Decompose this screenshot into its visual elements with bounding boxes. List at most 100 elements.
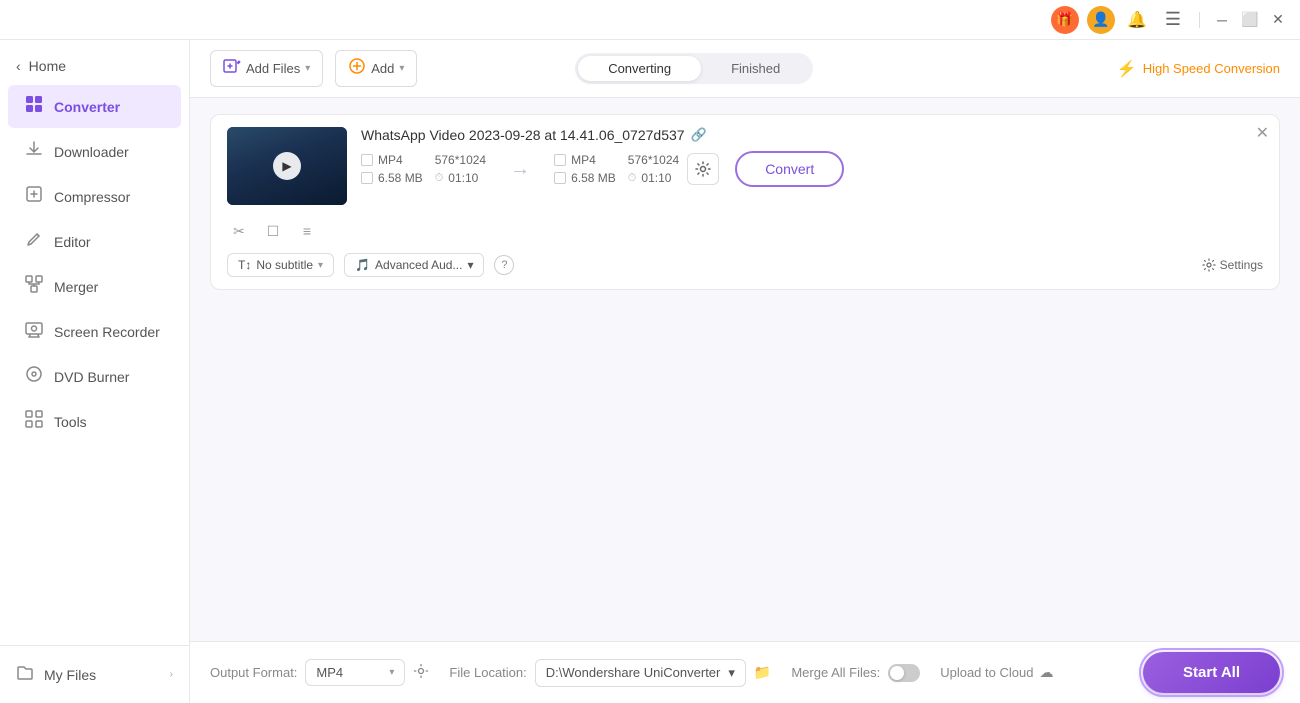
output-size: 6.58 MB	[554, 171, 616, 185]
screen-recorder-label: Screen Recorder	[54, 324, 160, 340]
downloader-icon	[24, 140, 44, 163]
crop-button[interactable]: ☐	[261, 219, 285, 243]
output-format-select[interactable]: MP4 ▾	[305, 659, 405, 686]
output-format-field: Output Format: MP4 ▾	[210, 659, 429, 686]
more-button[interactable]: ≡	[295, 219, 319, 243]
file-tools: ✂ ☐ ≡	[227, 219, 347, 243]
tab-converting[interactable]: Converting	[578, 56, 701, 81]
audio-dropdown-icon: ▾	[467, 258, 473, 272]
output-duration: ⏱ 01:10	[628, 171, 679, 185]
lightning-icon: ⚡	[1117, 59, 1137, 79]
play-button[interactable]: ▶	[273, 152, 301, 180]
file-name: WhatsApp Video 2023-09-28 at 14.41.06_07…	[361, 127, 1263, 143]
upload-section[interactable]: Upload to Cloud ☁	[940, 664, 1053, 681]
tab-switcher: Converting Finished	[575, 53, 813, 84]
compressor-label: Compressor	[54, 189, 130, 205]
size-checkbox	[361, 172, 373, 184]
titlebar: 🎁 👤 🔔 ☰ ─ ⬜ ✕	[0, 0, 1300, 40]
maximize-button[interactable]: ⬜	[1240, 10, 1260, 30]
tools-icon	[24, 410, 44, 433]
settings-button[interactable]: Settings	[1202, 258, 1263, 272]
format-dropdown-icon: ▾	[389, 667, 394, 678]
file-meta-row: MP4 6.58 MB 576*1024	[361, 151, 1263, 187]
convert-arrow-icon: →	[486, 158, 554, 181]
sidebar-item-tools[interactable]: Tools	[8, 400, 181, 443]
menu-icon[interactable]: ☰	[1159, 6, 1187, 34]
converter-label: Converter	[54, 99, 120, 115]
file-location-label: File Location:	[449, 665, 526, 680]
subtitle-dropdown-icon: ▾	[318, 260, 323, 271]
sidebar-item-downloader[interactable]: Downloader	[8, 130, 181, 173]
gift-icon[interactable]: 🎁	[1051, 6, 1079, 34]
sidebar-item-converter[interactable]: Converter	[8, 85, 181, 128]
toggle-thumb	[890, 666, 904, 680]
source-size: 6.58 MB	[361, 171, 423, 185]
add-dropdown-icon: ▾	[399, 63, 404, 74]
bottom-bar: Output Format: MP4 ▾ File Location: D:\W…	[190, 641, 1300, 703]
sidebar-item-my-files[interactable]: My Files ›	[0, 654, 189, 695]
chevron-left-icon: ‹	[16, 58, 21, 74]
merger-label: Merger	[54, 279, 98, 295]
sidebar-item-home[interactable]: ‹ Home	[0, 48, 189, 84]
sidebar-item-editor[interactable]: Editor	[8, 220, 181, 263]
sidebar-item-compressor[interactable]: Compressor	[8, 175, 181, 218]
trim-button[interactable]: ✂	[227, 219, 251, 243]
info-button[interactable]: ?	[494, 255, 514, 275]
add-label: Add	[371, 61, 394, 76]
convert-button[interactable]: Convert	[735, 151, 844, 187]
output-format-label: Output Format:	[210, 665, 297, 680]
merge-section: Merge All Files:	[791, 664, 920, 682]
high-speed-conversion[interactable]: ⚡ High Speed Conversion	[1117, 59, 1280, 79]
tab-finished[interactable]: Finished	[701, 56, 810, 81]
sidebar-item-screen-recorder[interactable]: Screen Recorder	[8, 310, 181, 353]
thumbnail-section: ▶ ✂ ☐ ≡	[227, 127, 347, 243]
close-button[interactable]: ✕	[1268, 10, 1288, 30]
audio-icon: 🎵	[355, 258, 370, 272]
folder-icon[interactable]: 📁	[754, 664, 771, 681]
file-link-icon[interactable]: 🔗	[691, 127, 707, 143]
source-format: MP4	[361, 153, 423, 167]
audio-select[interactable]: 🎵 Advanced Aud... ▾	[344, 253, 484, 277]
settings-label: Settings	[1220, 258, 1263, 272]
titlebar-separator	[1199, 12, 1200, 28]
downloader-label: Downloader	[54, 144, 129, 160]
add-button[interactable]: Add ▾	[335, 50, 417, 87]
file-close-button[interactable]: ✕	[1256, 123, 1269, 143]
location-dropdown-icon: ▾	[728, 665, 735, 681]
merger-icon	[24, 275, 44, 298]
subtitle-icon: T↕	[238, 258, 251, 272]
sidebar-item-dvd-burner[interactable]: DVD Burner	[8, 355, 181, 398]
my-files-icon	[16, 664, 34, 685]
output-format: MP4	[554, 153, 616, 167]
output-size-checkbox	[554, 172, 566, 184]
output-settings-button[interactable]	[687, 153, 719, 185]
upload-label: Upload to Cloud	[940, 665, 1033, 680]
source-meta-2: 576*1024 ⏱ 01:10	[435, 153, 486, 185]
my-files-chevron: ›	[170, 669, 173, 680]
app-body: ‹ Home Converter Downloader	[0, 40, 1300, 703]
file-list: ✕ ▶ ✂ ☐ ≡	[190, 98, 1300, 641]
subtitle-select[interactable]: T↕ No subtitle ▾	[227, 253, 334, 277]
source-resolution: 576*1024	[435, 153, 486, 167]
bell-icon[interactable]: 🔔	[1123, 6, 1151, 34]
minimize-button[interactable]: ─	[1212, 10, 1232, 30]
file-location-select[interactable]: D:\Wondershare UniConverter ▾	[535, 659, 746, 687]
start-all-button[interactable]: Start All	[1143, 652, 1280, 693]
source-meta: MP4 6.58 MB	[361, 153, 423, 185]
output-meta-2: 576*1024 ⏱ 01:10	[628, 153, 679, 185]
format-settings-icon[interactable]	[413, 663, 429, 682]
video-thumbnail: ▶	[227, 127, 347, 205]
add-files-dropdown-icon: ▾	[305, 63, 310, 74]
screen-recorder-icon	[24, 320, 44, 343]
add-files-button[interactable]: Add Files ▾	[210, 50, 323, 87]
merge-toggle[interactable]	[888, 664, 920, 682]
tools-label: Tools	[54, 414, 87, 430]
output-resolution: 576*1024	[628, 153, 679, 167]
user-icon[interactable]: 👤	[1087, 6, 1115, 34]
add-icon	[348, 57, 366, 80]
sidebar-bottom: My Files ›	[0, 645, 189, 695]
main-content: Add Files ▾ Add ▾ Converting Finished ⚡	[190, 40, 1300, 703]
sidebar-item-merger[interactable]: Merger	[8, 265, 181, 308]
toolbar: Add Files ▾ Add ▾ Converting Finished ⚡	[190, 40, 1300, 98]
add-files-label: Add Files	[246, 61, 300, 76]
